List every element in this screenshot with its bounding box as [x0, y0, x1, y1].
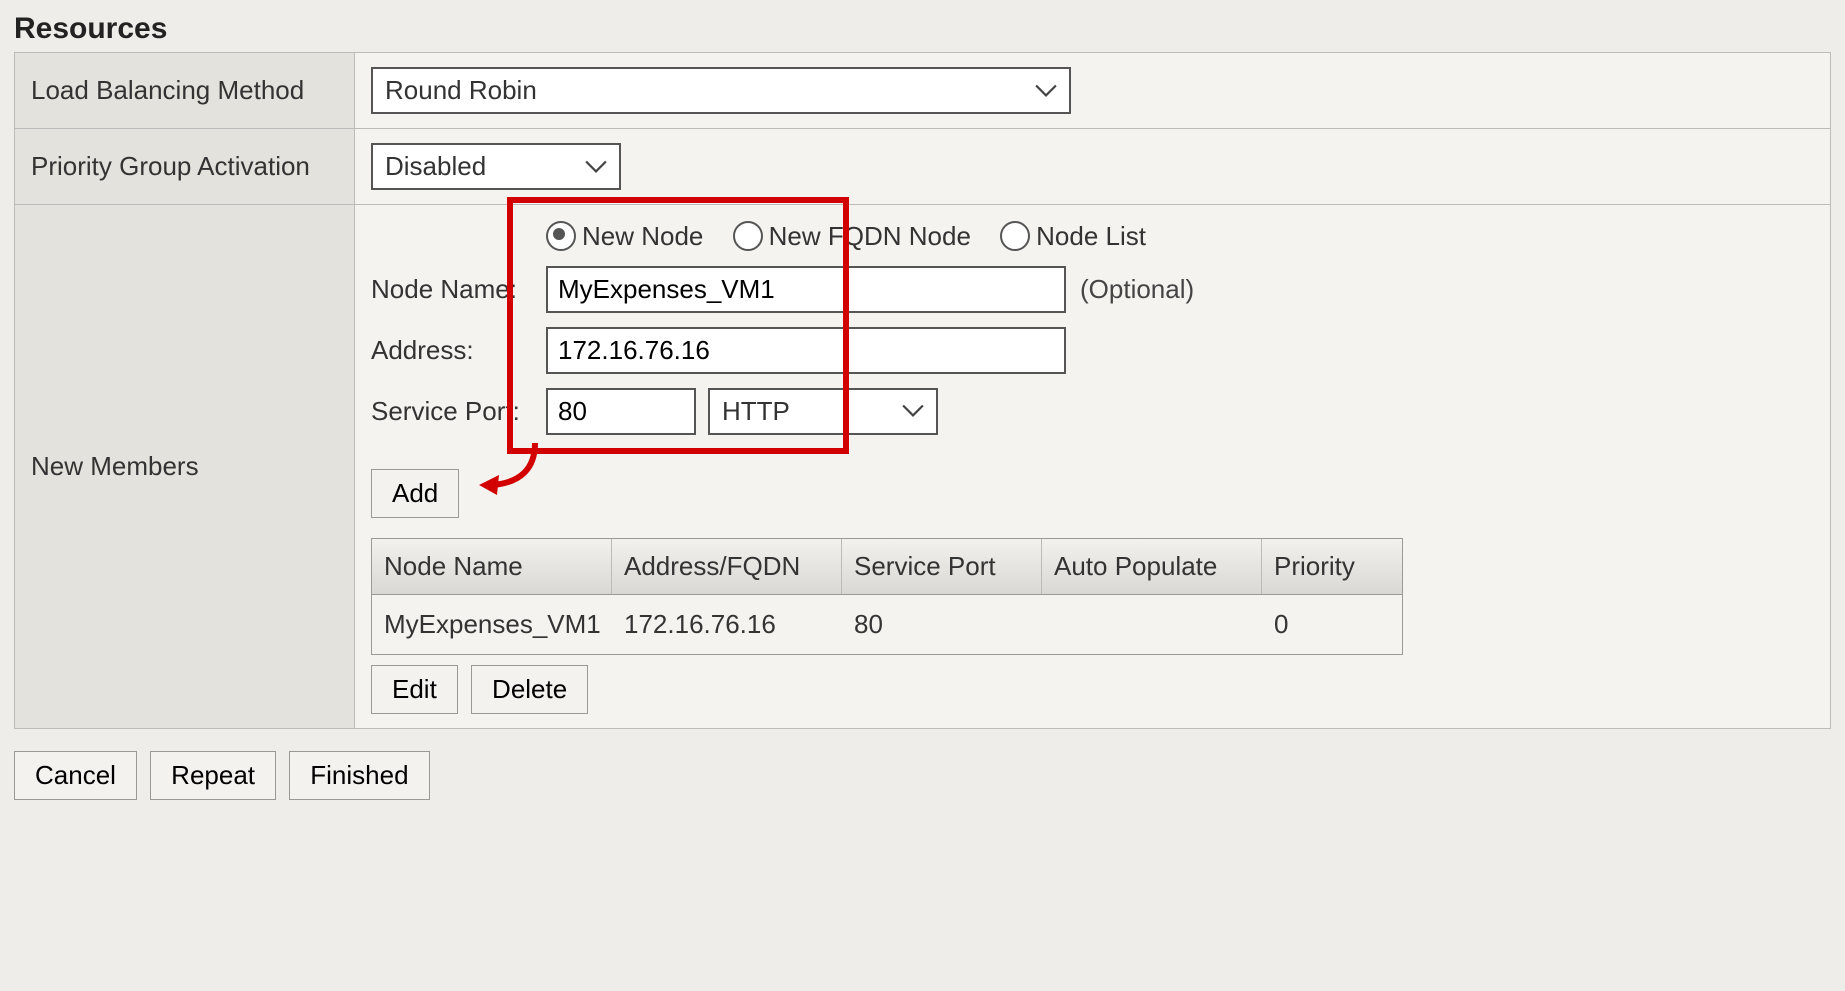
load-balancing-label: Load Balancing Method	[31, 75, 304, 106]
node-name-optional: (Optional)	[1080, 274, 1194, 305]
priority-group-value-cell: Disabled	[355, 129, 1830, 205]
priority-group-label: Priority Group Activation	[31, 151, 310, 182]
col-auto-populate: Auto Populate	[1042, 539, 1262, 594]
members-table-header: Node Name Address/FQDN Service Port Auto…	[372, 539, 1402, 595]
new-members-label-cell: New Members	[15, 205, 355, 728]
address-row: Address:	[371, 327, 1814, 374]
radio-new-fqdn-label: New FQDN Node	[769, 221, 971, 252]
cell-node-name: MyExpenses_VM1	[372, 595, 612, 654]
members-table: Node Name Address/FQDN Service Port Auto…	[371, 538, 1403, 655]
chevron-down-icon	[1035, 84, 1057, 98]
chevron-down-icon	[902, 404, 924, 418]
load-balancing-select[interactable]: Round Robin	[371, 67, 1071, 114]
cell-auto-populate	[1042, 595, 1262, 654]
load-balancing-selected: Round Robin	[385, 75, 537, 106]
node-type-radios: New Node New FQDN Node Node List	[546, 219, 1814, 252]
finished-button[interactable]: Finished	[289, 751, 429, 800]
service-port-proto-select[interactable]: HTTP	[708, 388, 938, 435]
radio-node-list-label: Node List	[1036, 221, 1146, 252]
cell-address: 172.16.76.16	[612, 595, 842, 654]
radio-icon	[1000, 221, 1030, 251]
radio-new-node-label: New Node	[582, 221, 703, 252]
address-input[interactable]	[546, 327, 1066, 374]
bottom-actions: Cancel Repeat Finished	[14, 751, 1831, 800]
service-port-proto-selected: HTTP	[722, 396, 790, 427]
service-port-label: Service Port:	[371, 396, 546, 427]
radio-icon	[546, 221, 576, 251]
new-members-label: New Members	[31, 451, 199, 482]
priority-group-label-cell: Priority Group Activation	[15, 129, 355, 205]
edit-button[interactable]: Edit	[371, 665, 458, 714]
section-title: Resources	[14, 12, 1831, 46]
repeat-button[interactable]: Repeat	[150, 751, 276, 800]
load-balancing-label-cell: Load Balancing Method	[15, 53, 355, 129]
address-label: Address:	[371, 335, 546, 366]
col-priority: Priority	[1262, 539, 1402, 594]
radio-new-fqdn[interactable]: New FQDN Node	[733, 221, 971, 252]
new-members-value-cell: New Node New FQDN Node Node List Node Na…	[355, 205, 1830, 728]
resources-form: Load Balancing Method Round Robin Priori…	[14, 52, 1831, 729]
node-name-row: Node Name: (Optional)	[371, 266, 1814, 313]
cell-service-port: 80	[842, 595, 1042, 654]
service-port-input[interactable]	[546, 388, 696, 435]
load-balancing-value-cell: Round Robin	[355, 53, 1830, 129]
radio-node-list[interactable]: Node List	[1000, 221, 1146, 252]
table-row[interactable]: MyExpenses_VM1 172.16.76.16 80 0	[372, 595, 1402, 654]
delete-button[interactable]: Delete	[471, 665, 588, 714]
cancel-button[interactable]: Cancel	[14, 751, 137, 800]
chevron-down-icon	[585, 160, 607, 174]
priority-group-selected: Disabled	[385, 151, 486, 182]
node-name-input[interactable]	[546, 266, 1066, 313]
table-actions: Edit Delete	[371, 665, 1814, 714]
node-name-label: Node Name:	[371, 274, 546, 305]
col-node-name: Node Name	[372, 539, 612, 594]
service-port-row: Service Port: HTTP	[371, 388, 1814, 435]
radio-icon	[733, 221, 763, 251]
priority-group-select[interactable]: Disabled	[371, 143, 621, 190]
radio-new-node[interactable]: New Node	[546, 221, 703, 252]
col-service-port: Service Port	[842, 539, 1042, 594]
add-button[interactable]: Add	[371, 469, 459, 518]
cell-priority: 0	[1262, 595, 1402, 654]
col-address: Address/FQDN	[612, 539, 842, 594]
